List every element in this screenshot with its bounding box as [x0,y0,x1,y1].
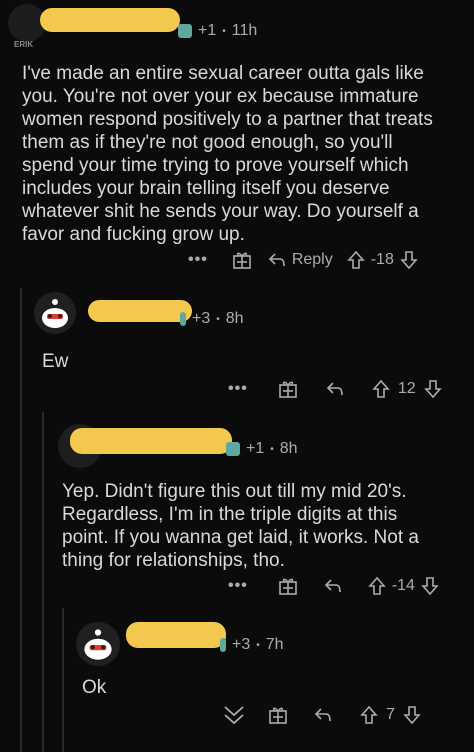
gift-icon [233,252,251,269]
upvote-arrow-icon [360,705,378,724]
comment-meta: +3 • 8h [180,310,244,328]
upvote-button[interactable] [372,379,390,399]
award-button[interactable] [232,250,252,270]
upvote-arrow-icon [346,250,365,269]
score-badge: +3 [192,310,211,327]
score-badge: +3 [232,636,251,653]
avatar[interactable] [76,622,120,666]
comment-body: Ew [42,351,69,372]
downvote-arrow-icon [403,706,421,725]
collapse-button[interactable] [222,704,246,726]
downvote-arrow-icon [423,380,442,399]
gift-icon [279,578,297,595]
comment-body: I've made an entire sexual career outta … [22,63,433,245]
reply-button[interactable] [314,707,332,723]
comment-actions: 7 [222,704,421,726]
more-options-button[interactable]: ••• [228,380,248,398]
more-options-button[interactable]: ••• [228,577,248,595]
separator: • [270,443,274,455]
snoo-avatar-icon [42,299,68,328]
avatar[interactable] [34,292,76,334]
comment-3: +1 • 8h Yep. Didn't figure this out till… [0,418,474,608]
gift-icon [279,381,297,398]
score-badge: +1 [198,22,217,39]
downvote-arrow-icon [400,251,418,270]
upvote-button[interactable] [346,250,365,270]
comment-actions: ••• 12 [228,379,442,399]
award-icon [226,442,240,456]
reply-arrow-icon [324,579,341,593]
comment-actions: ••• Reply -18 [188,250,418,270]
comment-meta: +1 • 11h [178,22,257,40]
redacted-username[interactable] [40,8,180,32]
user-flair: ERIK [14,40,34,49]
more-options-button[interactable]: ••• [188,251,208,269]
reply-button[interactable] [326,381,344,397]
comment-1: ERIK +1 • 11h I've made an entire sexual… [0,0,474,280]
reply-arrow-icon [326,382,343,396]
vote-count: -14 [391,577,415,594]
vote-count: -18 [370,251,394,268]
score-badge: +1 [246,440,265,457]
redacted-username[interactable] [88,300,192,322]
snoo-avatar-icon [84,629,112,660]
award-button[interactable] [278,576,298,596]
upvote-arrow-icon [372,379,390,398]
comment-age: 7h [265,636,284,653]
upvote-arrow-icon [368,576,386,595]
gift-icon [269,707,287,724]
upvote-button[interactable] [360,705,378,725]
comment-age: 8h [279,440,298,457]
award-button[interactable] [278,379,298,399]
reply-arrow-icon [268,253,285,267]
reply-button[interactable] [324,578,342,594]
redacted-username[interactable] [126,622,226,648]
award-icon [220,638,226,652]
vote-count: 7 [386,706,395,723]
comment-4: +3 • 7h Ok 7 [0,612,474,752]
award-button[interactable] [268,705,288,725]
separator: • [222,25,226,37]
comment-2: +3 • 8h Ew ••• 12 [0,284,474,414]
award-icon [180,312,186,326]
comment-actions: ••• -14 [228,576,439,596]
downvote-button[interactable] [403,705,421,725]
separator: • [256,639,260,651]
separator: • [216,313,220,325]
reply-button[interactable]: Reply [268,251,333,269]
comment-body: Ok [82,677,107,698]
downvote-button[interactable] [400,250,418,270]
comment-body: Yep. Didn't figure this out till my mid … [62,481,419,571]
comment-meta: +1 • 8h [226,440,298,458]
comment-meta: +3 • 7h [220,636,284,654]
vote-count: 12 [397,380,416,397]
reply-label: Reply [291,251,333,268]
downvote-button[interactable] [421,576,439,596]
redacted-username[interactable] [70,428,232,454]
downvote-button[interactable] [423,379,442,399]
upvote-button[interactable] [368,576,386,596]
reply-arrow-icon [314,708,331,722]
chevron-double-down-icon [224,706,244,725]
downvote-arrow-icon [421,577,439,596]
comment-age: 8h [225,310,244,327]
comment-age: 11h [231,22,258,39]
award-icon [178,24,192,38]
